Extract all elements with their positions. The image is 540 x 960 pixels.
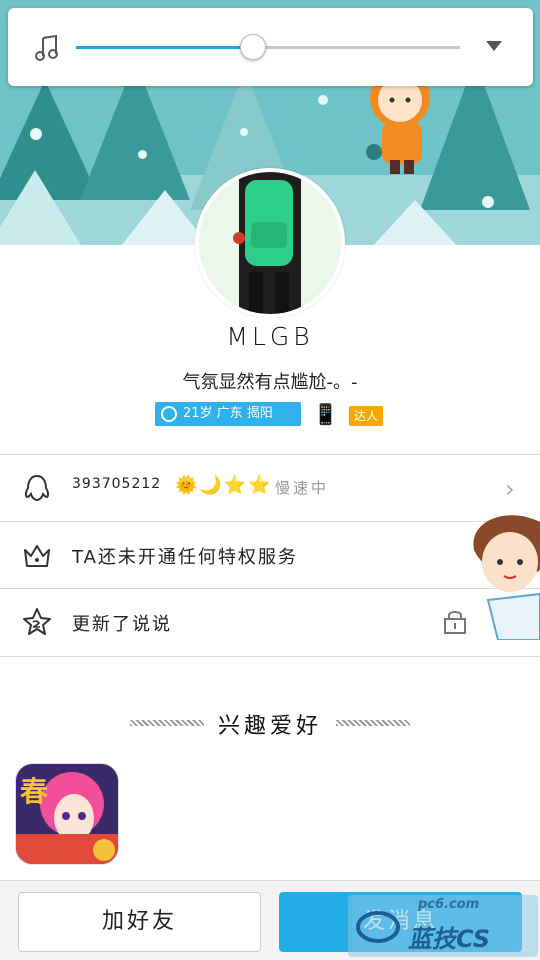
- qq-number: 393705212: [72, 476, 162, 492]
- game-title-glyph: 春: [20, 775, 49, 808]
- chevron-right-icon: ›: [505, 475, 515, 503]
- snowflake: [482, 196, 494, 208]
- watermark-top-text: pc6.com: [418, 897, 480, 912]
- penguin-icon: [24, 474, 50, 502]
- profile-name: MLGB: [226, 322, 314, 351]
- game-app-icon[interactable]: 春: [15, 763, 119, 865]
- snowflake: [138, 150, 147, 159]
- winged-phone-icon: 📱: [313, 402, 338, 426]
- cartoon-boy-illustration: [473, 515, 540, 640]
- privilege-row[interactable]: TA还未开通任何特权服务: [0, 522, 540, 588]
- lock-icon: [444, 611, 466, 634]
- privilege-label: TA还未开通任何特权服务: [72, 547, 298, 568]
- chevron-down-icon[interactable]: [486, 41, 502, 51]
- moments-row[interactable]: 更新了说说: [0, 589, 540, 655]
- site-watermark: pc6.com 蓝技CS: [348, 895, 538, 957]
- music-progress-knob[interactable]: [239, 34, 266, 60]
- music-note-icon[interactable]: [34, 34, 60, 62]
- watermark-logo: [356, 911, 400, 943]
- star-talent-tag[interactable]: 📱 达人: [313, 402, 385, 428]
- tree-decoration: [360, 200, 470, 245]
- snowflake: [240, 128, 248, 136]
- section-divider-right: [336, 720, 410, 726]
- snowflake: [318, 95, 328, 105]
- tree-decoration: [0, 170, 90, 245]
- gender-icon: [161, 406, 177, 422]
- music-progress-fill: [76, 46, 253, 49]
- avatar[interactable]: [195, 168, 345, 318]
- crown-icon: [24, 545, 50, 567]
- qq-speed-status: 慢速中: [275, 479, 330, 497]
- star-talent-label: 达人: [349, 406, 383, 426]
- music-player-bar: [8, 8, 533, 86]
- moments-label: 更新了说说: [72, 614, 172, 635]
- qq-level-icons: 🌞🌙⭐⭐: [175, 475, 273, 496]
- snowflake: [30, 128, 42, 140]
- location-age-label: 21岁 广东 揭阳: [183, 406, 273, 421]
- watermark-bottom-text: 蓝技CS: [408, 925, 491, 953]
- music-progress-track[interactable]: [76, 46, 460, 49]
- add-friend-button[interactable]: 加好友: [18, 892, 261, 952]
- hobbies-title: 兴趣爱好: [217, 714, 322, 739]
- divider: [0, 656, 540, 657]
- profile-signature: 气氛显然有点尴尬-。-: [182, 372, 358, 393]
- profile-page: MLGB 气氛显然有点尴尬-。- 21岁 广东 揭阳 📱 达人 39370521…: [0, 0, 540, 960]
- qq-number-row[interactable]: 393705212 🌞🌙⭐⭐ 慢速中 ›: [0, 455, 540, 521]
- star-badge-icon: [23, 608, 51, 635]
- location-age-tag: 21岁 广东 揭阳: [155, 402, 301, 426]
- avatar-image: [199, 172, 341, 314]
